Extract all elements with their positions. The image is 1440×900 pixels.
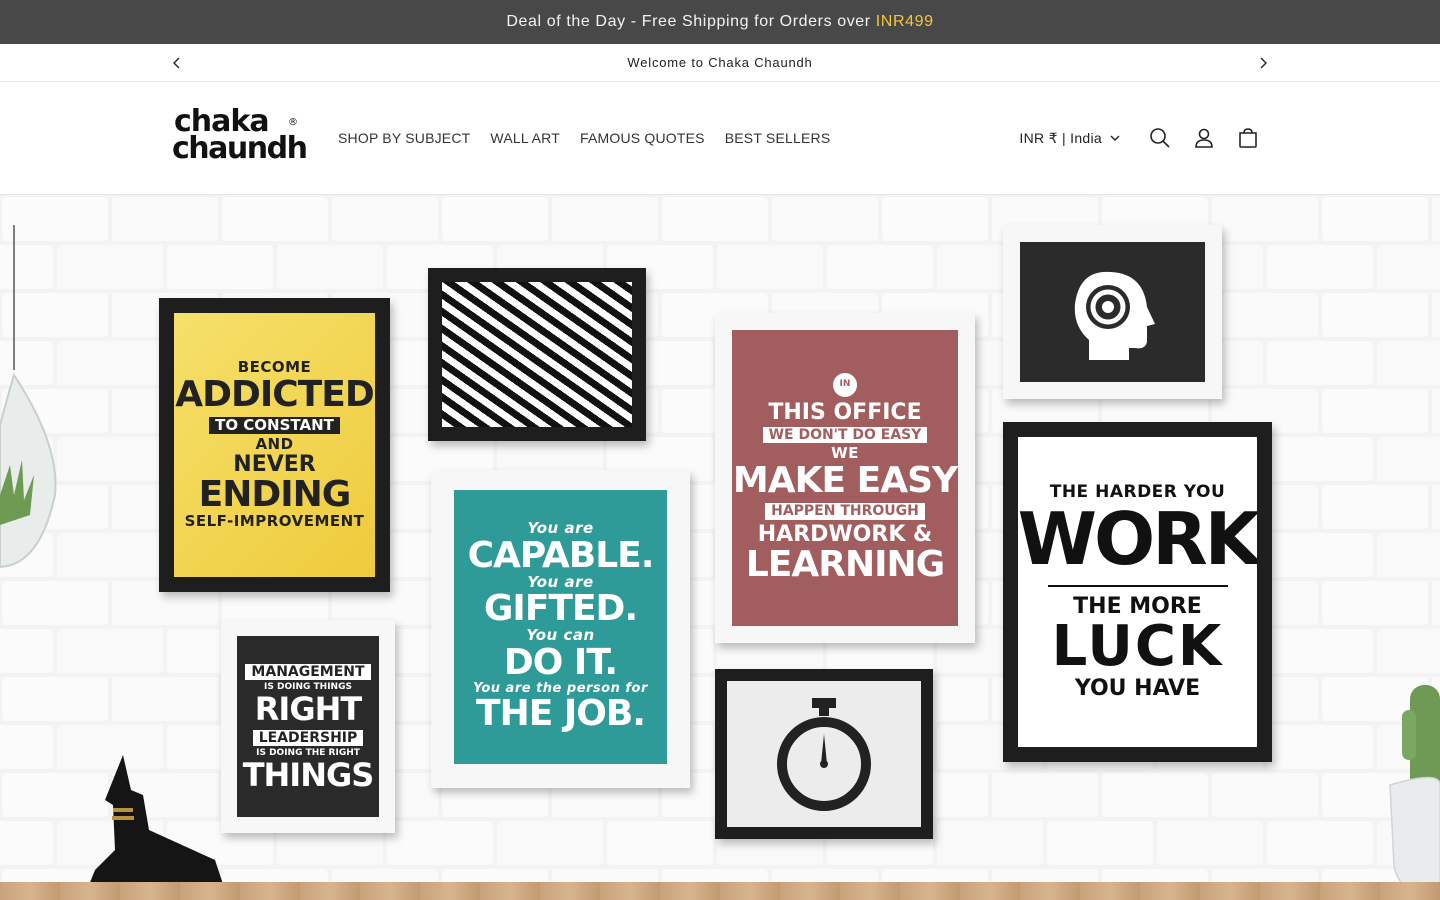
promo-text: Deal of the Day - Free Shipping for Orde… <box>506 13 871 30</box>
poster-text: RIGHT <box>254 689 362 728</box>
currency-selector[interactable]: INR ₹ | India <box>1019 130 1120 147</box>
search-icon <box>1150 128 1170 148</box>
poster-text: MANAGEMENT <box>245 663 371 681</box>
poster-text: ADDICTED <box>175 373 374 415</box>
announcement-bar: Welcome to Chaka Chaundh <box>0 44 1440 82</box>
chevron-down-icon <box>1110 135 1120 141</box>
cart-icon <box>1239 128 1257 148</box>
nav-shop-by-subject[interactable]: SHOP BY SUBJECT <box>338 130 470 146</box>
hanging-planter <box>0 195 70 595</box>
announcement-text: Welcome to Chaka Chaundh <box>627 55 813 70</box>
poster-management[interactable]: MANAGEMENT IS DOING THINGS RIGHT LEADERS… <box>221 620 395 833</box>
poster-stripes[interactable] <box>428 268 646 441</box>
hero-banner[interactable]: BECOME ADDICTED TO CONSTANT AND NEVER EN… <box>0 195 1440 900</box>
cart-button[interactable] <box>1226 116 1270 160</box>
poster-text: ENDING <box>198 474 352 516</box>
poster-text: WORK <box>1018 496 1257 581</box>
chevron-right-icon <box>1260 57 1267 68</box>
poster-become-addicted[interactable]: BECOME ADDICTED TO CONSTANT AND NEVER EN… <box>159 298 390 592</box>
poster-stopwatch[interactable] <box>715 669 933 839</box>
poster-text: LEARNING <box>745 543 945 585</box>
main-nav: SHOP BY SUBJECT WALL ART FAMOUS QUOTES B… <box>338 130 830 146</box>
poster-head-gear[interactable] <box>1003 225 1222 399</box>
search-button[interactable] <box>1138 116 1182 160</box>
poster-text: HAPPEN THROUGH <box>765 502 925 520</box>
logo-line-2: chaundh <box>172 131 308 166</box>
promo-bar: Deal of the Day - Free Shipping for Orde… <box>0 0 1440 44</box>
chevron-left-icon <box>173 57 180 68</box>
nav-famous-quotes[interactable]: FAMOUS QUOTES <box>580 130 705 146</box>
stopwatch-icon <box>777 698 871 811</box>
nav-wall-art[interactable]: WALL ART <box>490 130 560 146</box>
poster-this-office[interactable]: IN THIS OFFICE WE DON'T DO EASY WE MAKE … <box>715 313 975 643</box>
poster-text: LUCK <box>1051 614 1224 680</box>
header-actions: INR ₹ | India <box>1019 116 1270 160</box>
site-header: chaka chaundh ® SHOP BY SUBJECT WALL ART… <box>0 82 1440 195</box>
announcement-next-button[interactable] <box>1254 54 1272 72</box>
poster-text: GIFTED. <box>483 588 638 630</box>
promo-highlight: INR499 <box>875 13 934 30</box>
poster-text: CAPABLE. <box>467 534 655 576</box>
poster-text: TO CONSTANT <box>209 416 340 435</box>
poster-text: SELF-IMPROVEMENT <box>184 512 365 531</box>
poster-text: THIS OFFICE <box>768 399 922 425</box>
account-button[interactable] <box>1182 116 1226 160</box>
poster-text: NEVER <box>233 452 316 478</box>
logo-registered-mark: ® <box>288 117 298 128</box>
poster-text: WE DON'T DO EASY <box>762 426 928 444</box>
poster-text: YOU HAVE <box>1074 676 1201 702</box>
account-icon <box>1195 128 1213 148</box>
currency-label: INR ₹ | India <box>1019 129 1102 146</box>
poster-text: AND <box>255 435 294 454</box>
site-logo[interactable]: chaka chaundh ® <box>172 107 308 169</box>
poster-you-are-capable[interactable]: You are CAPABLE. You are GIFTED. You can… <box>431 470 690 788</box>
poster-text: MAKE EASY <box>732 460 958 502</box>
poster-text: THINGS <box>242 755 375 794</box>
wood-floor <box>0 882 1440 900</box>
cactus-pot <box>1380 665 1440 900</box>
poster-harder-you-work[interactable]: THE HARDER YOU WORK THE MORE LUCK YOU HA… <box>1003 422 1272 762</box>
anubis-statue <box>65 750 235 900</box>
nav-best-sellers[interactable]: BEST SELLERS <box>725 130 831 146</box>
stripe-pattern <box>442 282 632 427</box>
poster-text: DO IT. <box>503 641 618 683</box>
poster-text: IN <box>833 372 857 397</box>
announcement-prev-button[interactable] <box>168 54 186 72</box>
head-gear-icon <box>1074 271 1155 360</box>
poster-text: HARDWORK & <box>757 521 933 547</box>
divider <box>1047 585 1228 588</box>
poster-text: LEADERSHIP <box>252 729 364 747</box>
poster-text: THE JOB. <box>476 693 646 735</box>
